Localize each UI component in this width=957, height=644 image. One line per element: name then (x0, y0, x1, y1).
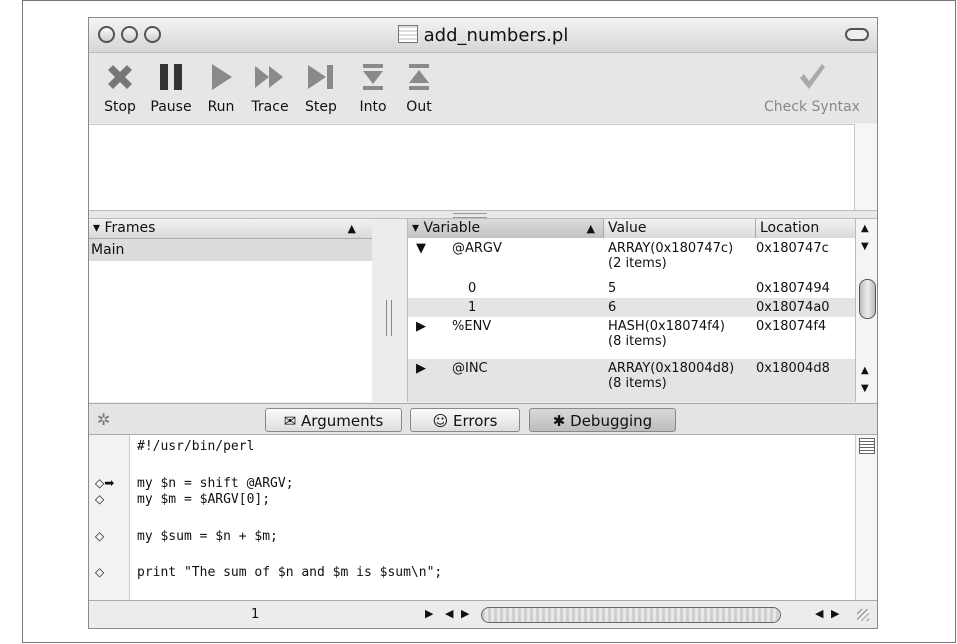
step-icon (308, 65, 333, 89)
title-bar: add_numbers.pl (89, 18, 877, 53)
editor-scrollbar[interactable] (855, 435, 877, 600)
status-bar: 1 ▶ ◀ ▶ ◀ ▶ (89, 600, 877, 628)
step-out-icon (409, 64, 429, 90)
resize-grip-icon[interactable] (857, 609, 869, 621)
step-into-icon (363, 64, 383, 90)
stop-x-icon (108, 65, 132, 89)
scroll-up-arrow-icon[interactable]: ▲ (861, 223, 869, 234)
code-editor[interactable]: #!/usr/bin/perl ◇➡ my $n = shift @ARGV; … (89, 435, 877, 600)
expanded-triangle-icon: ▼ (416, 241, 426, 256)
scroll-right-arrow-icon[interactable]: ▶ (461, 607, 469, 620)
frame-row[interactable]: Main (89, 239, 372, 261)
window-title: add_numbers.pl (89, 25, 877, 46)
scroll-thumb[interactable] (859, 279, 876, 319)
checkmark-icon (800, 64, 825, 89)
collapsed-triangle-icon: ▶ (416, 319, 426, 334)
split-view-icon[interactable] (859, 438, 875, 454)
code-line: my $m = $ARGV[0]; (137, 492, 271, 507)
sort-ascending-icon: ▲ (347, 222, 356, 235)
trace-button[interactable]: Trace (246, 57, 294, 115)
scroll-down-arrow-icon[interactable]: ▼ (861, 383, 869, 394)
debugger-window: add_numbers.pl Stop Pause Run Trace Step… (88, 17, 878, 629)
scroll-left-arrow-icon[interactable]: ◀ (445, 607, 453, 620)
toolbar: Stop Pause Run Trace Step Into Out Check… (89, 53, 877, 123)
upper-splitter[interactable] (89, 210, 877, 219)
check-syntax-button[interactable]: Check Syntax (757, 57, 867, 115)
step-into-button[interactable]: Into (353, 57, 393, 115)
sort-ascending-icon: ▲ (586, 222, 595, 235)
variable-column-header[interactable]: ▾ Variable ▲ (408, 219, 604, 238)
variable-row[interactable]: 1 6 0x18074a0 (408, 298, 856, 317)
code-line: my $n = shift @ARGV; (137, 476, 294, 491)
line-number: 1 (251, 607, 260, 622)
value-column-header[interactable]: Value (604, 219, 756, 238)
frames-header[interactable]: ▾ Frames ▲ (89, 219, 372, 239)
run-button[interactable]: Run (201, 57, 241, 115)
pause-icon (160, 64, 182, 90)
stop-button[interactable]: Stop (97, 57, 143, 115)
frames-pane: ▾ Frames ▲ Main (89, 219, 373, 402)
activity-spinner-icon: ✲ (97, 410, 111, 429)
disclosure-triangle-icon: ▾ (93, 220, 101, 236)
splitter-grip (453, 213, 487, 218)
disclosure-arrow-icon[interactable]: ▶ (425, 607, 433, 620)
scroll-down-arrow-icon[interactable]: ▼ (861, 241, 869, 252)
tab-bar: ✲ ✉ Arguments ☺ Errors ✱ Debugging (89, 403, 877, 435)
breakpoint-marker-icon[interactable]: ◇➡ (95, 476, 114, 490)
console-scrollbar[interactable] (854, 124, 877, 210)
variables-scrollbar[interactable]: ▲ ▼ ▲ ▼ (855, 219, 877, 402)
tab-errors[interactable]: ☺ Errors (410, 408, 520, 432)
variable-row[interactable]: 0 5 0x1807494 (408, 279, 856, 298)
variable-row[interactable]: ▼ @ARGV ARRAY(0x180747c) (2 items) 0x1807… (408, 239, 856, 279)
perl-document-icon (397, 25, 418, 43)
code-line: #!/usr/bin/perl (137, 439, 255, 454)
output-console[interactable] (89, 124, 854, 211)
fast-forward-icon (255, 66, 283, 88)
tab-debugging[interactable]: ✱ Debugging (529, 408, 676, 432)
tab-arguments[interactable]: ✉ Arguments (265, 408, 402, 432)
breakpoint-marker-icon[interactable]: ◇ (95, 492, 104, 506)
bug-icon: ✱ (552, 412, 571, 430)
collapsed-triangle-icon: ▶ (416, 361, 426, 376)
scroll-right-arrow-icon[interactable]: ▶ (831, 607, 839, 620)
horizontal-scroll-thumb[interactable] (481, 607, 781, 623)
smiley-icon: ☺ (432, 412, 453, 430)
variable-row[interactable]: ▶ @INC ARRAY(0x18004d8) (8 items) 0x18004… (408, 359, 856, 402)
variables-pane: ▾ Variable ▲ Value Location ▼ @ARGV ARRA… (407, 219, 856, 402)
step-out-button[interactable]: Out (399, 57, 439, 115)
breakpoint-marker-icon[interactable]: ◇ (95, 529, 104, 543)
code-line: print "The sum of $n and $m is $sum\n"; (137, 565, 443, 580)
pane-divider-grip (386, 300, 392, 336)
breakpoint-marker-icon[interactable]: ◇ (95, 565, 104, 579)
scroll-left-arrow-icon[interactable]: ◀ (815, 607, 823, 620)
play-icon (212, 64, 232, 90)
disclosure-triangle-icon: ▾ (412, 220, 424, 236)
variable-row[interactable]: ▶ %ENV HASH(0x18074f4) (8 items) 0x18074f… (408, 317, 856, 357)
scroll-up-arrow-icon[interactable]: ▲ (861, 365, 869, 376)
step-button[interactable]: Step (300, 57, 342, 115)
code-line: my $sum = $n + $m; (137, 529, 278, 544)
arguments-icon: ✉ (283, 412, 302, 430)
pause-button[interactable]: Pause (147, 57, 195, 115)
frames-scrollbar[interactable] (372, 219, 407, 402)
location-column-header[interactable]: Location (756, 219, 856, 238)
toolbar-toggle-button[interactable] (845, 28, 869, 41)
